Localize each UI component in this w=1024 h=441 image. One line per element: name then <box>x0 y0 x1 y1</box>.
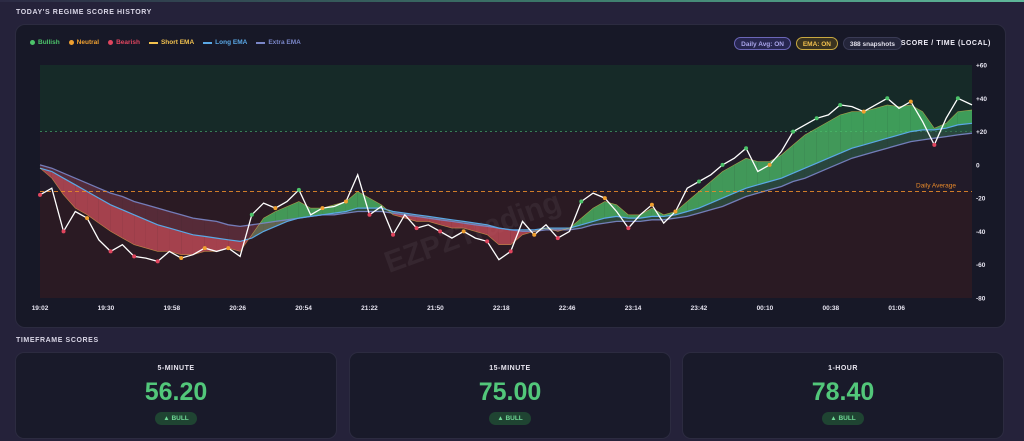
x-tick-label: 00:10 <box>757 305 774 312</box>
timeframe-label: 5-MINUTE <box>157 365 195 372</box>
y-tick-label: +60 <box>976 63 987 70</box>
extra-ema-band <box>192 218 205 237</box>
x-tick-label: 23:14 <box>625 305 642 312</box>
bull-badge: ▲ BULL <box>822 412 864 425</box>
regime-point <box>367 212 372 217</box>
x-tick-label: 00:38 <box>822 305 839 312</box>
regime-point <box>249 212 254 217</box>
bull-badge: ▲ BULL <box>489 412 531 425</box>
timeframe-label: 1-HOUR <box>828 365 858 372</box>
x-tick-label: 21:50 <box>427 305 444 312</box>
chart-panel: Bullish Neutral Bearish Short EMA Long E… <box>15 24 1006 328</box>
regime-point <box>649 202 654 207</box>
regime-point <box>296 187 301 192</box>
regime-point <box>791 129 796 134</box>
y-tick-label: -60 <box>976 262 986 269</box>
regime-point <box>155 259 160 264</box>
regime-point <box>602 196 607 201</box>
bullish-ema-band <box>840 111 852 154</box>
regime-point <box>838 102 843 107</box>
regime-point <box>61 229 66 234</box>
regime-point <box>696 179 701 184</box>
y-tick-label: +20 <box>976 129 987 136</box>
regime-point <box>461 229 466 234</box>
bullish-ema-band <box>887 104 900 139</box>
bearish-ema-band <box>181 231 193 255</box>
bullish-ema-band <box>863 108 876 145</box>
bullish-ema-band <box>899 104 911 135</box>
bullish-ema-band <box>957 109 972 125</box>
timeframe-card-5m: 5-MINUTE 56.20 ▲ BULL <box>15 352 337 439</box>
bearish-ema-band <box>157 224 170 252</box>
regime-point <box>320 206 325 211</box>
regime-point <box>273 206 278 211</box>
regime-point <box>908 99 913 104</box>
regime-point <box>673 209 678 214</box>
bull-badge: ▲ BULL <box>155 412 197 425</box>
bullish-ema-band <box>828 114 841 159</box>
x-tick-label: 21:22 <box>361 305 378 312</box>
bullish-ema-band <box>816 121 829 164</box>
regime-point <box>508 249 513 254</box>
bearish-ema-band <box>498 228 511 245</box>
page-title: TODAY'S REGIME SCORE HISTORY <box>16 9 152 16</box>
x-tick-label: 22:46 <box>559 305 576 312</box>
x-tick-label: 20:54 <box>295 305 312 312</box>
bullish-ema-band <box>851 111 864 149</box>
y-tick-label: -40 <box>976 229 986 236</box>
x-tick-label: 01:06 <box>888 305 905 312</box>
regime-point <box>720 162 725 167</box>
regime-point <box>555 236 560 241</box>
extra-ema-band <box>204 219 217 239</box>
timeframe-label: 15-MINUTE <box>489 365 531 372</box>
regime-point <box>202 246 207 251</box>
y-tick-label: +40 <box>976 96 987 103</box>
extra-ema-band <box>228 224 241 242</box>
regime-point <box>414 226 419 231</box>
regime-point <box>861 109 866 114</box>
x-tick-label: 23:42 <box>691 305 708 312</box>
regime-point <box>744 146 749 151</box>
x-tick-label: 22:18 <box>493 305 510 312</box>
y-tick-label: 0 <box>976 162 980 169</box>
regime-point <box>767 162 772 167</box>
bearish-ema-band <box>169 228 182 255</box>
regime-point <box>391 232 396 237</box>
regime-point <box>955 96 960 101</box>
y-tick-label: -20 <box>976 196 986 203</box>
regime-point <box>343 199 348 204</box>
regime-score-chart: EZPZTrading+60+40+200-20-40-60-8019:02 19… <box>32 63 988 313</box>
regime-point <box>885 96 890 101</box>
timeframe-score: 75.00 <box>478 378 542 406</box>
regime-point <box>38 192 42 197</box>
regime-point <box>438 229 443 234</box>
bearish-ema-band <box>134 214 146 249</box>
x-tick-label: 20:26 <box>229 305 246 312</box>
bullish-ema-band <box>746 158 758 189</box>
regime-point <box>579 199 584 204</box>
x-tick-label: 19:02 <box>32 305 49 312</box>
regime-point <box>108 249 113 254</box>
y-tick-label: -80 <box>976 296 986 303</box>
regime-point <box>179 256 184 261</box>
regime-point <box>485 239 490 244</box>
timeframe-score: 56.20 <box>144 378 208 406</box>
top-accent-bar <box>0 0 1024 2</box>
x-tick-label: 19:30 <box>98 305 115 312</box>
regime-point <box>132 254 137 259</box>
regime-point <box>626 226 631 231</box>
regime-point <box>932 142 937 147</box>
regime-point <box>85 216 90 221</box>
x-tick-label: 19:58 <box>163 305 180 312</box>
regime-point <box>814 116 819 121</box>
regime-point <box>532 232 537 237</box>
timeframe-card-15m: 15-MINUTE 75.00 ▲ BULL <box>349 352 671 439</box>
bullish-ema-band <box>875 104 888 142</box>
daily-average-label: Daily Average <box>916 182 956 189</box>
timeframes-title: TIMEFRAME SCORES <box>16 337 99 344</box>
regime-point <box>226 246 231 251</box>
timeframe-score: 78.40 <box>811 378 875 406</box>
timeframe-card-1h: 1-HOUR 78.40 ▲ BULL <box>682 352 1004 439</box>
